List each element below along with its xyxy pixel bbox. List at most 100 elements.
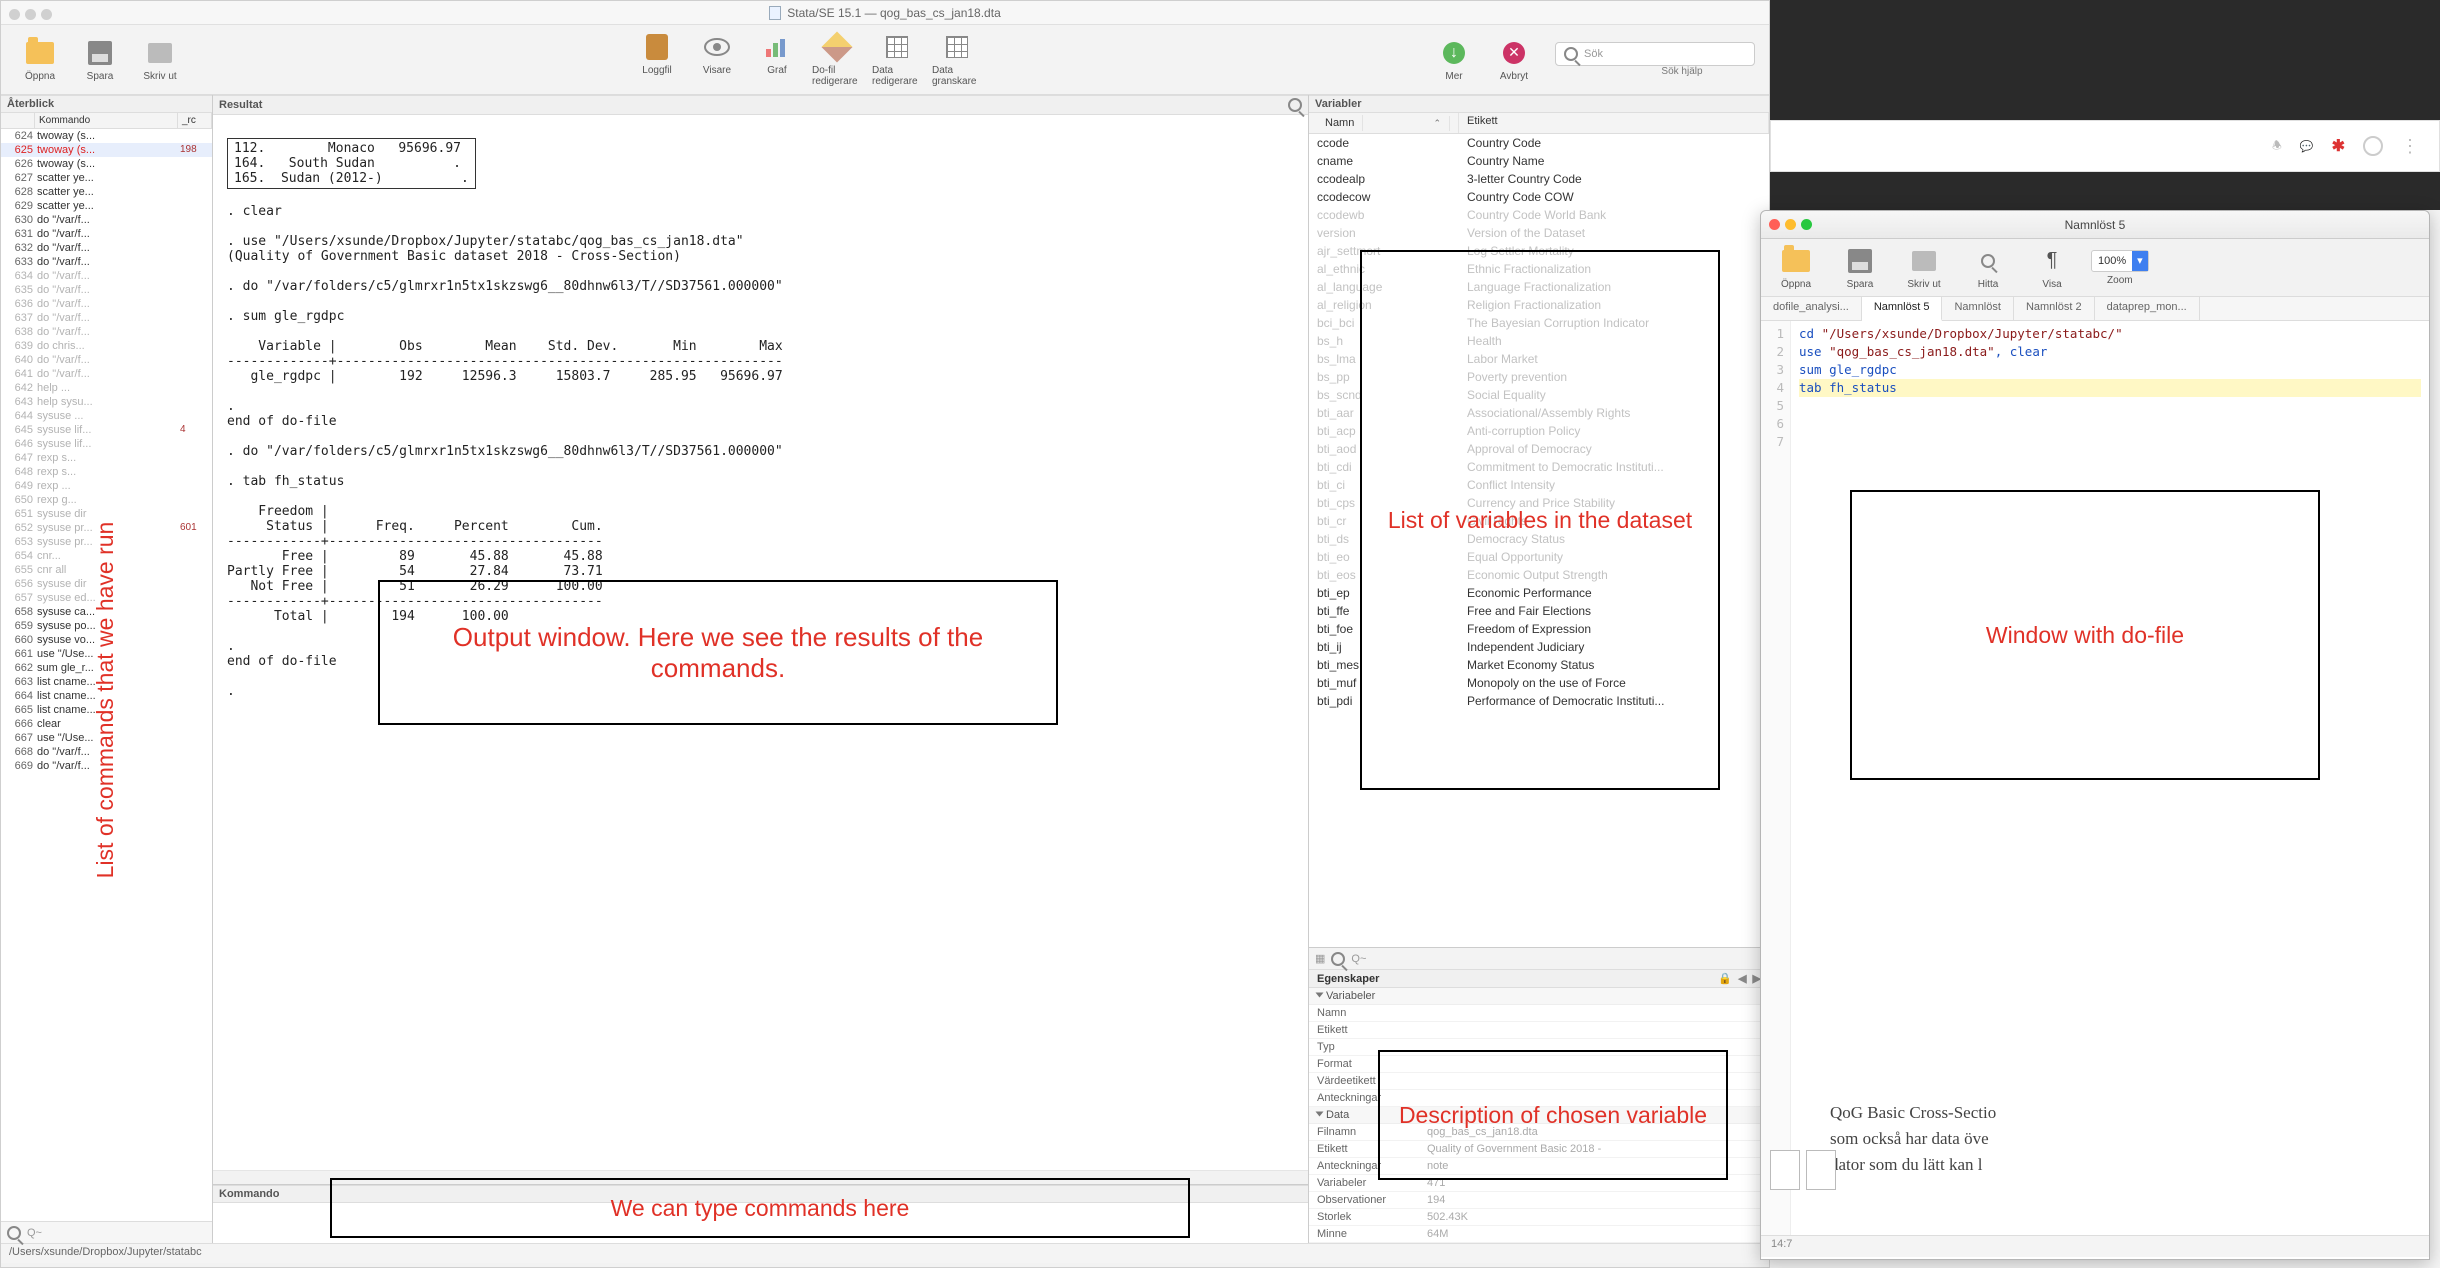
review-row[interactable]: 637do "/var/f... — [1, 311, 212, 325]
properties-var-section[interactable]: Variabeler — [1309, 988, 1769, 1005]
dofile-tab[interactable]: Namnlöst 5 — [1862, 297, 1943, 321]
review-row[interactable]: 653sysuse pr... — [1, 535, 212, 549]
code-area[interactable]: cd "/Users/xsunde/Dropbox/Jupyter/statab… — [1791, 321, 2429, 1235]
variable-row[interactable]: bs_hHealth — [1309, 332, 1769, 350]
review-row[interactable]: 647rexp s... — [1, 451, 212, 465]
variable-row[interactable]: bti_mesMarket Economy Status — [1309, 656, 1769, 674]
review-row[interactable]: 655cnr all — [1, 563, 212, 577]
review-row[interactable]: 654cnr... — [1, 549, 212, 563]
prev-icon[interactable]: ◀ — [1738, 972, 1746, 985]
review-row[interactable]: 624twoway (s... — [1, 129, 212, 143]
review-row[interactable]: 633do "/var/f... — [1, 255, 212, 269]
review-row[interactable]: 629scatter ye... — [1, 199, 212, 213]
open-button[interactable]: Öppna — [1771, 246, 1821, 290]
variable-row[interactable]: ajr_settmortLog Settler Mortality — [1309, 242, 1769, 260]
review-row[interactable]: 634do "/var/f... — [1, 269, 212, 283]
search-icon[interactable] — [1288, 98, 1302, 112]
review-row[interactable]: 657sysuse ed... — [1, 591, 212, 605]
review-row[interactable]: 638do "/var/f... — [1, 325, 212, 339]
variable-row[interactable]: bti_crCivil Rights — [1309, 512, 1769, 530]
viewer-button[interactable]: Visare — [692, 32, 742, 87]
review-row[interactable]: 643help sysu... — [1, 395, 212, 409]
review-row[interactable]: 658sysuse ca... — [1, 605, 212, 619]
review-row[interactable]: 625twoway (s...198 — [1, 143, 212, 157]
review-row[interactable]: 628scatter ye... — [1, 185, 212, 199]
variable-row[interactable]: versionVersion of the Dataset — [1309, 224, 1769, 242]
window-controls[interactable] — [1, 3, 60, 26]
review-row[interactable]: 646sysuse lif... — [1, 437, 212, 451]
review-row[interactable]: 636do "/var/f... — [1, 297, 212, 311]
review-row[interactable]: 626twoway (s... — [1, 157, 212, 171]
chevron-down-icon[interactable]: ▾ — [2132, 251, 2148, 271]
dofile-tab[interactable]: dataprep_mon... — [2095, 297, 2200, 320]
variable-row[interactable]: ccodeCountry Code — [1309, 134, 1769, 152]
review-row[interactable]: 644sysuse ... — [1, 409, 212, 423]
graph-button[interactable]: Graf — [752, 32, 802, 87]
zoom-select[interactable]: 100%▾ — [2091, 250, 2149, 272]
review-row[interactable]: 668do "/var/f... — [1, 745, 212, 759]
more-button[interactable]: ↓Mer — [1429, 38, 1479, 82]
lock-icon[interactable]: 🔒 — [1718, 972, 1732, 985]
review-row[interactable]: 630do "/var/f... — [1, 213, 212, 227]
variable-row[interactable]: bti_dsDemocracy Status — [1309, 530, 1769, 548]
review-row[interactable]: 663list cname... — [1, 675, 212, 689]
variable-row[interactable]: ccodewbCountry Code World Bank — [1309, 206, 1769, 224]
variable-row[interactable]: bs_scndSocial Equality — [1309, 386, 1769, 404]
review-row[interactable]: 656sysuse dir — [1, 577, 212, 591]
variable-row[interactable]: bti_foeFreedom of Expression — [1309, 620, 1769, 638]
variable-row[interactable]: al_ethnicEthnic Fractionalization — [1309, 260, 1769, 278]
review-row[interactable]: 662sum gle_r... — [1, 661, 212, 675]
show-button[interactable]: ¶Visa — [2027, 246, 2077, 290]
variable-row[interactable]: al_religionReligion Fractionalization — [1309, 296, 1769, 314]
variable-row[interactable]: bti_aodApproval of Democracy — [1309, 440, 1769, 458]
variable-row[interactable]: bti_eoEqual Opportunity — [1309, 548, 1769, 566]
review-row[interactable]: 635do "/var/f... — [1, 283, 212, 297]
print-button[interactable]: Skriv ut — [135, 38, 185, 82]
variable-row[interactable]: bs_lmaLabor Market — [1309, 350, 1769, 368]
review-list[interactable]: 624twoway (s...625twoway (s...198626twow… — [1, 129, 212, 1221]
command-input[interactable] — [213, 1203, 1308, 1243]
minimize-icon[interactable] — [25, 9, 36, 20]
review-row[interactable]: 632do "/var/f... — [1, 241, 212, 255]
review-row[interactable]: 661use "/Use... — [1, 647, 212, 661]
review-search[interactable]: Q~ — [1, 1221, 212, 1243]
data-editor-button[interactable]: Data redigerare — [872, 32, 922, 87]
review-row[interactable]: 648rexp s... — [1, 465, 212, 479]
variable-row[interactable]: bti_ciConflict Intensity — [1309, 476, 1769, 494]
review-row[interactable]: 659sysuse po... — [1, 619, 212, 633]
review-row[interactable]: 666clear — [1, 717, 212, 731]
variables-search[interactable]: ▦ Q~ — [1309, 948, 1769, 970]
dofile-tab[interactable]: Namnlöst — [1942, 297, 2013, 320]
variable-row[interactable]: ccodealp3-letter Country Code — [1309, 170, 1769, 188]
review-row[interactable]: 631do "/var/f... — [1, 227, 212, 241]
review-row[interactable]: 640do "/var/f... — [1, 353, 212, 367]
review-row[interactable]: 641do "/var/f... — [1, 367, 212, 381]
variable-row[interactable]: bti_ffeFree and Fair Elections — [1309, 602, 1769, 620]
break-button[interactable]: ✕Avbryt — [1489, 38, 1539, 82]
dofile-tab[interactable]: Namnlöst 2 — [2014, 297, 2095, 320]
variable-row[interactable]: bti_mufMonopoly on the use of Force — [1309, 674, 1769, 692]
save-button[interactable]: Spara — [75, 38, 125, 82]
variable-row[interactable]: bti_eosEconomic Output Strength — [1309, 566, 1769, 584]
variable-row[interactable]: cnameCountry Name — [1309, 152, 1769, 170]
review-row[interactable]: 652sysuse pr...601 — [1, 521, 212, 535]
do-editor-button[interactable]: Do-fil redigerare — [812, 32, 862, 87]
variable-row[interactable]: bti_acpAnti-corruption Policy — [1309, 422, 1769, 440]
search-input[interactable]: Sök — [1555, 42, 1755, 66]
log-button[interactable]: Loggfil — [632, 32, 682, 87]
review-row[interactable]: 645sysuse lif...4 — [1, 423, 212, 437]
maximize-icon[interactable] — [41, 9, 52, 20]
variable-row[interactable]: bs_ppPoverty prevention — [1309, 368, 1769, 386]
variable-row[interactable]: ccodecowCountry Code COW — [1309, 188, 1769, 206]
variable-row[interactable]: bti_ijIndependent Judiciary — [1309, 638, 1769, 656]
variable-row[interactable]: bti_cdiCommitment to Democratic Institut… — [1309, 458, 1769, 476]
properties-data-section[interactable]: Data — [1309, 1107, 1769, 1124]
dofile-editor[interactable]: 1234567 cd "/Users/xsunde/Dropbox/Jupyte… — [1761, 321, 2429, 1235]
review-row[interactable]: 651sysuse dir — [1, 507, 212, 521]
review-row[interactable]: 627scatter ye... — [1, 171, 212, 185]
find-button[interactable]: Hitta — [1963, 246, 2013, 290]
review-row[interactable]: 665list cname... — [1, 703, 212, 717]
review-row[interactable]: 650rexp g... — [1, 493, 212, 507]
variables-list[interactable]: ccodeCountry CodecnameCountry Nameccodea… — [1309, 134, 1769, 947]
print-button[interactable]: Skriv ut — [1899, 246, 1949, 290]
